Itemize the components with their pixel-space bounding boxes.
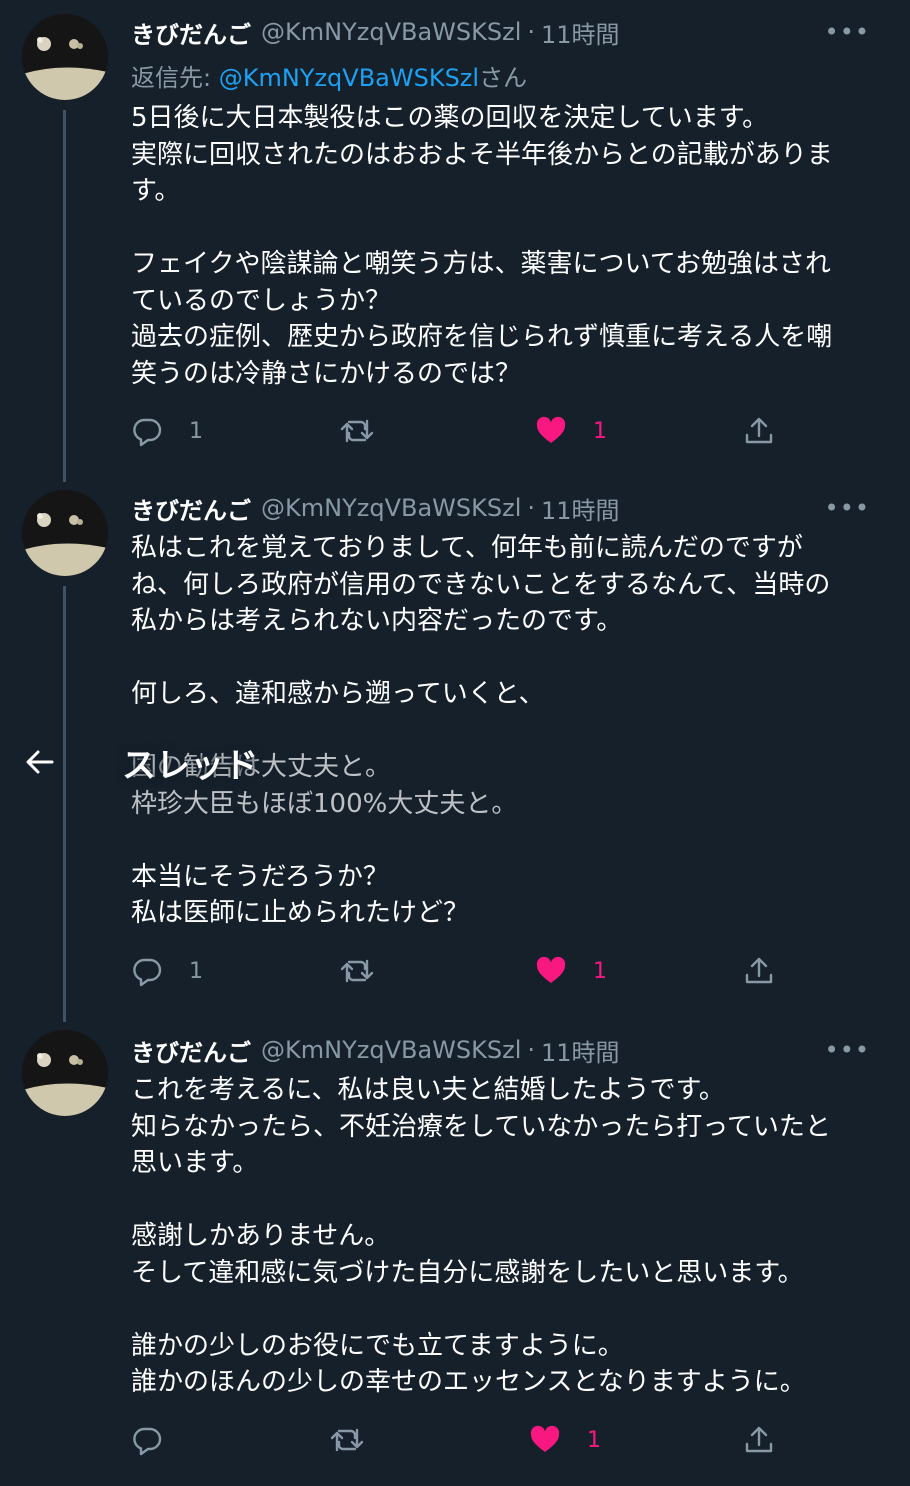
share-button[interactable] <box>743 1420 775 1460</box>
tweet-header: きびだんご @KmNYzqVBaWSKSzl · 11時間 ••• <box>131 14 870 50</box>
like-button[interactable]: 1 <box>535 951 607 991</box>
more-options-icon[interactable]: ••• <box>825 1032 870 1068</box>
reply-button[interactable]: 1 <box>131 951 203 991</box>
tweet-line: そして違和感に気づけた自分に感謝をしたいと思います。 <box>131 1257 804 1288</box>
tweet-header: きびだんご @KmNYzqVBaWSKSzl · 11時間 ••• <box>131 1032 870 1068</box>
tweet-line: 5日後に大日本製役はこの薬の回収を決定しています。 <box>131 103 769 133</box>
tweet[interactable]: きびだんご @KmNYzqVBaWSKSzl · 11時間 ••• 返信先: @… <box>0 0 910 482</box>
page-title: スレッド <box>122 746 258 786</box>
tweet-line: 実際に回収されたのはおおよそ半年後からとの記載がありま <box>131 139 833 170</box>
share-icon <box>745 1426 773 1453</box>
heart-icon <box>536 416 566 443</box>
like-button[interactable]: 1 <box>535 411 607 451</box>
tweet-line: ているのでしょうか？ <box>131 285 392 316</box>
user-handle[interactable]: @KmNYzqVBaWSKSzl <box>261 18 521 46</box>
heart-icon <box>536 956 566 983</box>
like-count: 1 <box>587 1427 601 1453</box>
retweet-button[interactable] <box>339 411 375 451</box>
like-button[interactable]: 1 <box>529 1420 601 1460</box>
share-icon <box>745 417 773 444</box>
heart-icon <box>530 1425 560 1452</box>
tweet-actions: 1 1 <box>131 951 791 991</box>
avatar[interactable] <box>22 14 108 100</box>
separator-dot: · <box>527 18 535 46</box>
retweet-icon <box>330 1428 364 1452</box>
reply-icon <box>133 418 162 447</box>
separator-dot: · <box>527 1036 535 1064</box>
tweet-line: 思います。 <box>131 1148 259 1178</box>
like-count: 1 <box>593 958 607 984</box>
more-options-icon[interactable]: ••• <box>825 490 870 526</box>
tweet-line: これを考えるに、私は良い夫と結婚したようです。 <box>131 1075 725 1105</box>
tweet-actions: 1 1 <box>131 411 791 451</box>
thread-line <box>63 586 66 1022</box>
tweet-line: 誰かのほんの少しの幸せのエッセンスとなりますように。 <box>131 1367 806 1397</box>
like-count: 1 <box>593 418 607 444</box>
tweet-line: 知らなかったら、不妊治療をしていなかったら打っていたと <box>131 1111 831 1142</box>
tweet-line: 何しろ、違和感から遡っていくと、 <box>131 679 545 709</box>
reply-icon <box>133 958 162 987</box>
reply-button[interactable] <box>131 1420 189 1460</box>
timestamp[interactable]: 11時間 <box>541 491 620 526</box>
tweet-line: 私からは考えられない内容だったのです。 <box>131 606 623 636</box>
retweet-icon <box>340 959 374 983</box>
share-icon <box>745 957 773 984</box>
retweet-button[interactable] <box>329 1420 365 1460</box>
avatar[interactable] <box>22 1030 108 1116</box>
thread-timeline: きびだんご @KmNYzqVBaWSKSzl · 11時間 ••• 返信先: @… <box>0 0 910 1486</box>
tweet-line: ね、何しろ政府が信用のできないことをするなんて、当時の <box>131 569 831 600</box>
reply-to-prefix: 返信先: <box>131 64 219 92</box>
reply-count: 1 <box>189 958 203 984</box>
tweet-line: 本当にそうだろうか？ <box>131 861 389 892</box>
tweet-text: これを考えるに、私は良い夫と結婚したようです。 知らなかったら、不妊治療をしてい… <box>131 1072 876 1401</box>
share-button[interactable] <box>743 951 775 991</box>
thread-line <box>63 110 66 482</box>
display-name[interactable]: きびだんご <box>131 1033 251 1068</box>
tweet-line: 過去の症例、歴史から政府を信じられず慎重に考える人を嘲 <box>131 322 833 352</box>
avatar[interactable] <box>22 490 108 576</box>
reply-icon <box>133 1427 162 1456</box>
retweet-button[interactable] <box>339 951 375 991</box>
thread-header: スレッド <box>0 720 910 804</box>
display-name[interactable]: きびだんご <box>131 491 251 526</box>
share-button[interactable] <box>743 411 775 451</box>
reply-to-suffix: さん <box>479 64 528 92</box>
back-button[interactable] <box>24 742 56 782</box>
tweet[interactable]: きびだんご @KmNYzqVBaWSKSzl · 11時間 ••• これを考える… <box>0 1020 910 1486</box>
tweet-line: 私は医師に止められたけど？ <box>131 898 470 928</box>
tweet-line: 誰かの少しのお役にでも立てますように。 <box>131 1330 624 1361</box>
reply-to-mention[interactable]: @KmNYzqVBaWSKSzl <box>219 64 479 92</box>
reply-count: 1 <box>189 418 203 444</box>
tweet-line: 笑うのは冷静さにかけるのでは？ <box>131 358 522 389</box>
reply-to-line: 返信先: @KmNYzqVBaWSKSzlさん <box>131 58 527 93</box>
more-options-icon[interactable]: ••• <box>825 14 870 50</box>
retweet-icon <box>340 419 374 443</box>
tweet-line: フェイクや陰謀論と嘲笑う方は、薬害についてお勉強はされ <box>131 249 831 279</box>
tweet-header: きびだんご @KmNYzqVBaWSKSzl · 11時間 ••• <box>131 490 870 526</box>
tweet-line: す。 <box>131 176 181 206</box>
tweet-line: 私はこれを覚えておりまして、何年も前に読んだのですが <box>131 533 803 563</box>
reply-button[interactable]: 1 <box>131 411 203 451</box>
user-handle[interactable]: @KmNYzqVBaWSKSzl <box>261 1036 521 1064</box>
timestamp[interactable]: 11時間 <box>541 1033 620 1068</box>
separator-dot: · <box>527 494 535 522</box>
tweet-line: 感謝しかありません。 <box>131 1221 391 1251</box>
timestamp[interactable]: 11時間 <box>541 15 620 50</box>
tweet-actions: 1 <box>131 1420 791 1460</box>
display-name[interactable]: きびだんご <box>131 15 251 50</box>
user-handle[interactable]: @KmNYzqVBaWSKSzl <box>261 494 521 522</box>
back-arrow-icon <box>26 750 54 774</box>
tweet-text: 5日後に大日本製役はこの薬の回収を決定しています。 実際に回収されたのはおおよそ… <box>131 100 876 392</box>
